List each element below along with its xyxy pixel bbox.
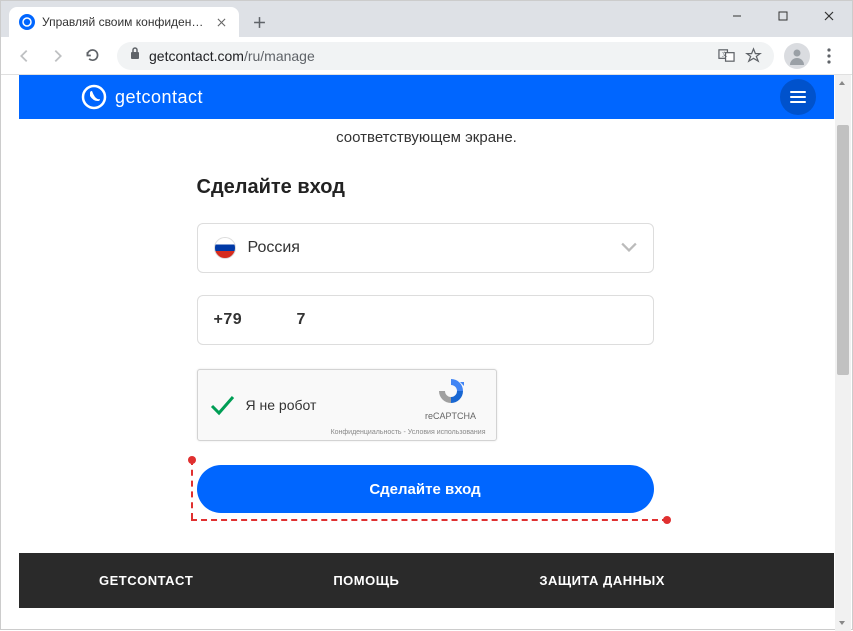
logo-icon	[81, 84, 107, 110]
brand-name: getcontact	[115, 87, 203, 108]
profile-avatar[interactable]	[784, 43, 810, 69]
address-bar: getcontact.com/ru/manage 文	[1, 37, 852, 75]
hamburger-menu-button[interactable]	[780, 79, 816, 115]
login-button[interactable]: Сделайте вход	[197, 465, 654, 513]
recaptcha-widget[interactable]: Я не робот reCAPTCHA Конфиденциальность …	[197, 369, 497, 441]
url-text: getcontact.com/ru/manage	[149, 48, 315, 64]
site-header: getcontact	[19, 75, 834, 119]
footer-col-brand[interactable]: GETCONTACT	[99, 573, 193, 588]
country-select[interactable]: Россия	[197, 223, 654, 273]
recaptcha-label: Я не робот	[246, 397, 317, 413]
scrollbar-track[interactable]	[835, 75, 851, 631]
url-input[interactable]: getcontact.com/ru/manage 文	[117, 42, 774, 70]
recaptcha-logo: reCAPTCHA	[416, 376, 486, 421]
translate-icon[interactable]: 文	[718, 47, 735, 64]
kebab-menu-icon[interactable]	[814, 41, 844, 71]
svg-text:文: 文	[722, 50, 728, 58]
phone-value: +79 7	[214, 311, 306, 329]
brand-logo[interactable]: getcontact	[81, 84, 203, 110]
forward-button[interactable]	[43, 41, 73, 71]
page-subtitle: соответствующем экране.	[19, 129, 834, 146]
back-button[interactable]	[9, 41, 39, 71]
reload-button[interactable]	[77, 41, 107, 71]
favicon-icon	[19, 14, 35, 30]
recaptcha-links: Конфиденциальность - Условия использован…	[331, 429, 486, 436]
scroll-down-icon[interactable]	[834, 615, 850, 631]
new-tab-button[interactable]	[245, 8, 273, 36]
footer-col-help[interactable]: ПОМОЩЬ	[333, 573, 399, 588]
country-name: Россия	[248, 239, 621, 257]
phone-input[interactable]: +79 7	[197, 295, 654, 345]
checkmark-icon	[208, 391, 236, 419]
footer: GETCONTACT ПОМОЩЬ ЗАЩИТА ДАННЫХ	[19, 553, 834, 608]
scrollbar-thumb[interactable]	[837, 125, 849, 375]
chevron-down-icon	[621, 239, 637, 257]
close-window-button[interactable]	[806, 1, 852, 31]
lock-icon	[129, 46, 141, 65]
section-title: Сделайте вход	[197, 176, 661, 199]
scroll-up-icon[interactable]	[834, 75, 850, 91]
bookmark-star-icon[interactable]	[745, 47, 762, 64]
flag-icon	[214, 237, 236, 259]
footer-col-privacy[interactable]: ЗАЩИТА ДАННЫХ	[539, 573, 665, 588]
tab-title: Управляй своим конфиденциал	[42, 15, 206, 29]
maximize-button[interactable]	[760, 1, 806, 31]
minimize-button[interactable]	[714, 1, 760, 31]
browser-tab[interactable]: Управляй своим конфиденциал	[9, 7, 239, 37]
tab-close-icon[interactable]	[213, 14, 229, 30]
